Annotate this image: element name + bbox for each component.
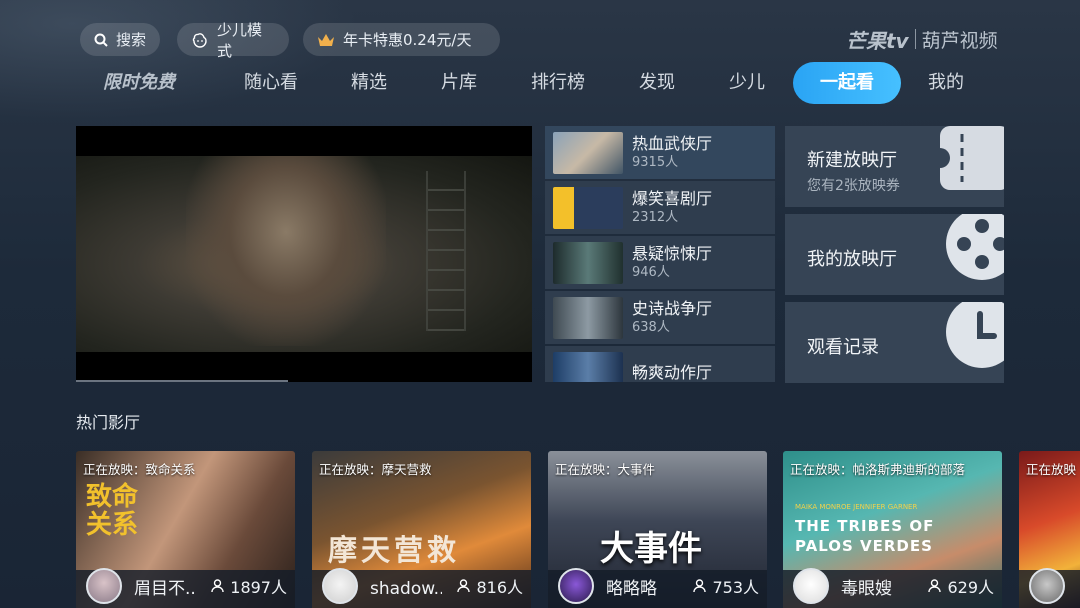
video-ladder [426,171,466,331]
host-avatar [1029,568,1065,604]
crown-icon [318,33,334,46]
viewer-count: 816人 [457,574,523,598]
new-room-subtitle: 您有2张放映券 [807,178,900,194]
poster-title-text: 致命 关系 [86,482,139,540]
hot-hall-card[interactable]: 摩天营救 正在放映：摩天营救 shadow.. 816人 [312,451,531,608]
host-avatar [322,568,358,604]
kids-mode-button[interactable]: 少儿模式 [177,21,289,60]
poster-title-line2: PALOS VERDES [795,537,933,555]
hall-item-wuxia[interactable]: 热血武侠厅 9315人 [545,126,775,179]
search-label: 搜索 [116,31,147,49]
video-figure [186,156,386,346]
viewer-count-text: 753人 [712,578,759,597]
hall-name: 热血武侠厅 [632,133,713,153]
hot-hall-card[interactable]: MAIKA MONROE JENNIFER GARNER THE TRIBES … [783,451,1002,608]
hall-thumbnail [553,296,623,339]
search-button[interactable]: 搜索 [80,23,160,56]
host-avatar [558,568,594,604]
my-room-title: 我的放映厅 [807,249,897,270]
person-icon [693,579,707,593]
nav-tab-paihangbang[interactable]: 排行榜 [531,62,585,104]
nav-tab-pianku[interactable]: 片库 [441,62,477,104]
video-progress-bar [76,380,288,382]
ticket-icon [940,126,1004,190]
new-room-title: 新建放映厅 [807,150,897,171]
nav-tab-jingxuan[interactable]: 精选 [351,62,387,104]
poster-title-line1: THE TRIBES OF [795,517,935,535]
video-player[interactable] [76,126,532,382]
hot-hall-card[interactable]: 大事件 正在放映：大事件 略略略 753人 [548,451,767,608]
vip-offer-label: 年卡特惠0.24元/天 [343,31,472,49]
host-name: shadow.. [370,579,442,599]
background-film-decoration [0,0,360,120]
hall-thumbnail [553,186,623,229]
clock-icon [946,302,1004,368]
new-room-card[interactable]: 新建放映厅 您有2张放映券 [785,126,1004,207]
now-playing-label: 正在放映：摩天营救 [319,462,432,477]
hall-name: 畅爽动作厅 [632,362,713,382]
hot-halls-title: 热门影厅 [76,413,141,432]
viewer-count: 629人 [928,574,994,598]
person-icon [457,579,471,593]
hall-name: 悬疑惊悚厅 [632,243,713,263]
poster-title-text: 摩天营救 [328,533,461,567]
brand-logo: 芒果tv 葫芦视频 [846,26,1006,53]
poster-title-text: 大事件 [600,529,702,569]
hall-item-war[interactable]: 史诗战争厅 638人 [545,291,775,344]
host-avatar [793,568,829,604]
hall-count: 946人 [632,264,670,280]
nav-tab-shaoer[interactable]: 少儿 [729,62,765,104]
hall-thumbnail [553,351,623,382]
host-avatar [86,568,122,604]
nav-tab-suixinkan[interactable]: 随心看 [244,62,298,104]
host-name: 略略略 [606,579,657,599]
viewer-count-text: 629人 [947,578,994,597]
vip-offer-button[interactable]: 年卡特惠0.24元/天 [303,23,500,56]
brand-right: 葫芦视频 [921,29,998,52]
person-icon [211,579,224,593]
kids-mode-label: 少儿模式 [217,20,263,60]
search-icon [94,33,108,47]
viewer-count-text: 1897人 [230,578,287,597]
nav-tab-wode[interactable]: 我的 [928,62,964,104]
nav-tab-faxian[interactable]: 发现 [639,62,675,104]
host-name: 毒眼嫂 [841,579,892,599]
poster-small-text: MAIKA MONROE JENNIFER GARNER [795,503,918,511]
hall-name: 爆笑喜剧厅 [632,188,713,208]
hall-item-comedy[interactable]: 爆笑喜剧厅 2312人 [545,181,775,234]
hot-hall-card-partial[interactable]: 正在放映 [1019,451,1080,608]
hall-thumbnail [553,241,623,284]
now-playing-label: 正在放映：帕洛斯弗迪斯的部落 [790,462,966,477]
history-title: 观看记录 [807,337,879,358]
kids-face-icon [192,32,207,48]
hall-count: 638人 [632,319,670,335]
now-playing-label: 正在放映：致命关系 [83,462,196,477]
nav-tab-yiqikan[interactable]: 一起看 [793,62,901,104]
hall-count: 2312人 [632,209,679,225]
viewer-count: 753人 [693,574,759,598]
film-reel-icon [946,214,1004,280]
person-icon [928,579,942,593]
hall-name: 史诗战争厅 [632,298,713,318]
viewer-count: 1897人 [211,574,287,598]
hall-item-action[interactable]: 畅爽动作厅 [545,346,775,382]
hall-item-thriller[interactable]: 悬疑惊悚厅 946人 [545,236,775,289]
now-playing-label: 正在放映 [1026,462,1077,477]
hall-thumbnail [553,131,623,174]
hall-count: 9315人 [632,154,679,170]
brand-left: 芒果tv [846,28,909,53]
brand-divider [914,29,916,49]
hot-hall-card[interactable]: 致命 关系 正在放映：致命关系 眉目不.. 1897人 [76,451,295,608]
nav-promo-free[interactable]: 限时免费 [103,62,175,104]
now-playing-label: 正在放映：大事件 [555,462,656,477]
viewer-count-text: 816人 [476,578,523,597]
my-room-card[interactable]: 我的放映厅 [785,214,1004,295]
history-card[interactable]: 观看记录 [785,302,1004,383]
host-name: 眉目不.. [134,579,196,599]
hall-list: 热血武侠厅 9315人 爆笑喜剧厅 2312人 悬疑惊悚厅 946人 史诗战争厅… [545,126,775,382]
